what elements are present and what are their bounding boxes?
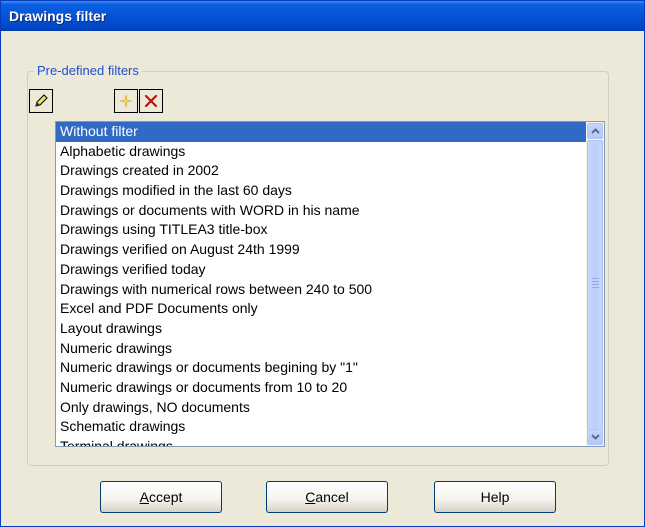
list-item[interactable]: Drawings verified on August 24th 1999 <box>56 240 586 260</box>
red-x-icon <box>144 94 158 108</box>
accept-button[interactable]: Accept <box>100 481 222 513</box>
list-item[interactable]: Alphabetic drawings <box>56 142 586 162</box>
list-item[interactable]: Schematic drawings <box>56 417 586 437</box>
list-item[interactable]: Numeric drawings <box>56 339 586 359</box>
title-bar[interactable]: Drawings filter <box>1 1 644 31</box>
list-item[interactable]: Terminal drawings <box>56 437 586 446</box>
list-item[interactable]: Drawings or documents with WORD in his n… <box>56 201 586 221</box>
list-item[interactable]: Drawings with numerical rows between 240… <box>56 280 586 300</box>
drawings-filter-dialog: Drawings filter Pre-defined filters With… <box>0 0 645 527</box>
pencil-icon <box>35 94 48 107</box>
list-item[interactable]: Drawings using TITLEA3 title-box <box>56 220 586 240</box>
new-filter-button[interactable] <box>114 89 138 113</box>
filters-listbox[interactable]: Without filter Alphabetic drawings Drawing… <box>55 121 605 447</box>
list-item[interactable]: Drawings created in 2002 <box>56 161 586 181</box>
accept-mnemonic: A <box>139 489 149 505</box>
cancel-button[interactable]: Cancel <box>266 481 388 513</box>
list-item[interactable]: Numeric drawings or documents from 10 to… <box>56 378 586 398</box>
list-item[interactable]: Only drawings, NO documents <box>56 398 586 418</box>
list-item[interactable]: Without filter <box>56 122 586 142</box>
cancel-label: ancel <box>315 489 349 505</box>
filters-list: Without filter Alphabetic drawings Drawing… <box>56 122 586 446</box>
list-item[interactable]: Drawings verified today <box>56 260 586 280</box>
vertical-scrollbar[interactable] <box>586 122 604 446</box>
scrollbar-thumb[interactable] <box>587 140 603 430</box>
help-button[interactable]: Help <box>434 481 556 513</box>
list-item[interactable]: Layout drawings <box>56 319 586 339</box>
list-item[interactable]: Numeric drawings or documents begining b… <box>56 358 586 378</box>
scroll-up-button[interactable] <box>587 123 603 139</box>
chevron-down-icon <box>591 434 600 440</box>
group-label: Pre-defined filters <box>34 63 142 79</box>
delete-filter-button[interactable] <box>139 89 163 113</box>
chevron-up-icon <box>591 128 600 134</box>
list-item[interactable]: Drawings modified in the last 60 days <box>56 181 586 201</box>
edit-filter-button[interactable] <box>29 89 53 113</box>
scroll-down-button[interactable] <box>587 429 603 445</box>
list-item[interactable]: Excel and PDF Documents only <box>56 299 586 319</box>
sparkle-icon <box>119 94 133 108</box>
window-title: Drawings filter <box>9 8 107 24</box>
accept-label: ccept <box>148 489 183 505</box>
cancel-mnemonic: C <box>305 489 316 505</box>
